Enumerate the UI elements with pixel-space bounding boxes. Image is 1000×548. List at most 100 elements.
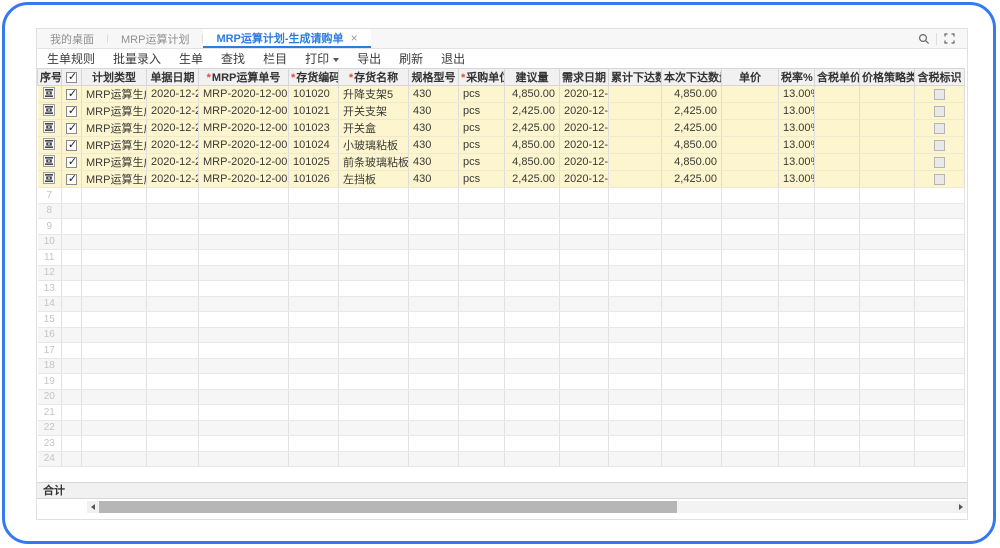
column-header-单据日期[interactable]: 单据日期 [147, 69, 199, 86]
cell-select[interactable] [62, 154, 82, 171]
cell-建议量[interactable]: 2,425.00 [505, 120, 560, 137]
cell-计划类型[interactable]: MRP运算生成 [82, 137, 147, 154]
cell-tax-flag[interactable] [915, 103, 965, 120]
header-select-checkbox[interactable] [66, 72, 77, 83]
cell-单价[interactable] [722, 120, 779, 137]
cell-价格策略类型[interactable] [860, 120, 915, 137]
cell-建议量[interactable]: 4,850.00 [505, 154, 560, 171]
cell-tax-flag[interactable] [915, 171, 965, 188]
cell-建议量[interactable]: 4,850.00 [505, 137, 560, 154]
cell-计划类型[interactable]: MRP运算生成 [82, 154, 147, 171]
cell-单据日期[interactable]: 2020-12-23 [147, 103, 199, 120]
tax-flag-checkbox[interactable] [934, 106, 945, 117]
cell-采购单位[interactable]: pcs [459, 137, 505, 154]
cell-本次下达数量[interactable]: 2,425.00 [662, 120, 722, 137]
cell-本次下达数量[interactable]: 2,425.00 [662, 103, 722, 120]
cell-价格策略类型[interactable] [860, 103, 915, 120]
row-detail-icon[interactable] [43, 138, 55, 150]
cell-存货编码[interactable]: 101021 [289, 103, 339, 120]
column-header-价格策略类型[interactable]: 价格策略类型 [860, 69, 915, 86]
tax-flag-checkbox[interactable] [934, 140, 945, 151]
row-select-checkbox[interactable] [66, 157, 77, 168]
tax-flag-checkbox[interactable] [934, 174, 945, 185]
cell-含税单价[interactable] [815, 137, 860, 154]
scroll-left-arrow-icon[interactable] [87, 501, 99, 513]
cell-单价[interactable] [722, 154, 779, 171]
cell-含税单价[interactable] [815, 120, 860, 137]
row-detail-icon[interactable] [43, 87, 55, 99]
column-header-累计下达数量[interactable]: 累计下达数量 [609, 69, 662, 86]
cell-需求日期[interactable]: 2020-12-23 [560, 103, 609, 120]
cell-存货名称[interactable]: 小玻璃粘板 [339, 137, 409, 154]
cell-含税单价[interactable] [815, 103, 860, 120]
cell-需求日期[interactable]: 2020-12-23 [560, 171, 609, 188]
cell-存货名称[interactable]: 升降支架5 [339, 86, 409, 103]
cell-存货名称[interactable]: 前条玻璃粘板 [339, 154, 409, 171]
cell-含税单价[interactable] [815, 86, 860, 103]
row-detail-icon[interactable] [43, 121, 55, 133]
cell-row-icon[interactable] [38, 154, 62, 171]
cell-规格型号[interactable]: 430 [409, 137, 459, 154]
column-header-采购单位[interactable]: *采购单位 [459, 69, 505, 86]
column-header-序号[interactable]: 序号 [38, 69, 62, 86]
cell-MRP运算单号[interactable]: MRP-2020-12-0021 [199, 154, 289, 171]
toolbar-item-生单[interactable]: 生单 [170, 50, 212, 67]
row-select-checkbox[interactable] [66, 106, 77, 117]
cell-存货编码[interactable]: 101024 [289, 137, 339, 154]
cell-row-icon[interactable] [38, 171, 62, 188]
column-header-建议量[interactable]: 建议量 [505, 69, 560, 86]
cell-单价[interactable] [722, 171, 779, 188]
cell-row-icon[interactable] [38, 137, 62, 154]
cell-计划类型[interactable]: MRP运算生成 [82, 120, 147, 137]
cell-select[interactable] [62, 120, 82, 137]
column-header-存货编码[interactable]: *存货编码 [289, 69, 339, 86]
cell-规格型号[interactable]: 430 [409, 171, 459, 188]
cell-单据日期[interactable]: 2020-12-23 [147, 120, 199, 137]
cell-select[interactable] [62, 137, 82, 154]
cell-存货编码[interactable]: 101026 [289, 171, 339, 188]
cell-价格策略类型[interactable] [860, 86, 915, 103]
tax-flag-checkbox[interactable] [934, 89, 945, 100]
cell-累计下达数量[interactable] [609, 171, 662, 188]
toolbar-item-导出[interactable]: 导出 [348, 50, 390, 67]
toolbar-item-打印[interactable]: 打印 [296, 50, 348, 67]
column-header-MRP运算单号[interactable]: *MRP运算单号 [199, 69, 289, 86]
cell-累计下达数量[interactable] [609, 86, 662, 103]
column-header-select[interactable] [62, 69, 82, 86]
cell-单据日期[interactable]: 2020-12-23 [147, 86, 199, 103]
cell-计划类型[interactable]: MRP运算生成 [82, 86, 147, 103]
cell-税率%[interactable]: 13.00% [779, 103, 815, 120]
column-header-单价[interactable]: 单价 [722, 69, 779, 86]
cell-MRP运算单号[interactable]: MRP-2020-12-0021 [199, 86, 289, 103]
tax-flag-checkbox[interactable] [934, 157, 945, 168]
cell-tax-flag[interactable] [915, 137, 965, 154]
cell-价格策略类型[interactable] [860, 137, 915, 154]
cell-价格策略类型[interactable] [860, 171, 915, 188]
cell-row-icon[interactable] [38, 103, 62, 120]
toolbar-item-查找[interactable]: 查找 [212, 50, 254, 67]
cell-单据日期[interactable]: 2020-12-23 [147, 137, 199, 154]
column-header-含税单价[interactable]: 含税单价 [815, 69, 860, 86]
tab-3[interactable]: MRP运算计划-生成请购单× [203, 29, 370, 48]
cell-采购单位[interactable]: pcs [459, 86, 505, 103]
cell-税率%[interactable]: 13.00% [779, 86, 815, 103]
cell-tax-flag[interactable] [915, 86, 965, 103]
cell-税率%[interactable]: 13.00% [779, 137, 815, 154]
fullscreen-icon[interactable] [937, 29, 961, 48]
row-select-checkbox[interactable] [66, 89, 77, 100]
tab-close-icon[interactable]: × [351, 32, 358, 44]
cell-建议量[interactable]: 4,850.00 [505, 86, 560, 103]
cell-本次下达数量[interactable]: 2,425.00 [662, 171, 722, 188]
cell-存货编码[interactable]: 101025 [289, 154, 339, 171]
cell-建议量[interactable]: 2,425.00 [505, 171, 560, 188]
tab-2[interactable]: MRP运算计划 [108, 29, 202, 48]
cell-存货名称[interactable]: 开关支架 [339, 103, 409, 120]
cell-单价[interactable] [722, 137, 779, 154]
cell-规格型号[interactable]: 430 [409, 154, 459, 171]
cell-规格型号[interactable]: 430 [409, 103, 459, 120]
scroll-right-arrow-icon[interactable] [955, 501, 967, 513]
cell-含税单价[interactable] [815, 171, 860, 188]
column-header-需求日期[interactable]: 需求日期 [560, 69, 609, 86]
cell-税率%[interactable]: 13.00% [779, 154, 815, 171]
cell-税率%[interactable]: 13.00% [779, 171, 815, 188]
